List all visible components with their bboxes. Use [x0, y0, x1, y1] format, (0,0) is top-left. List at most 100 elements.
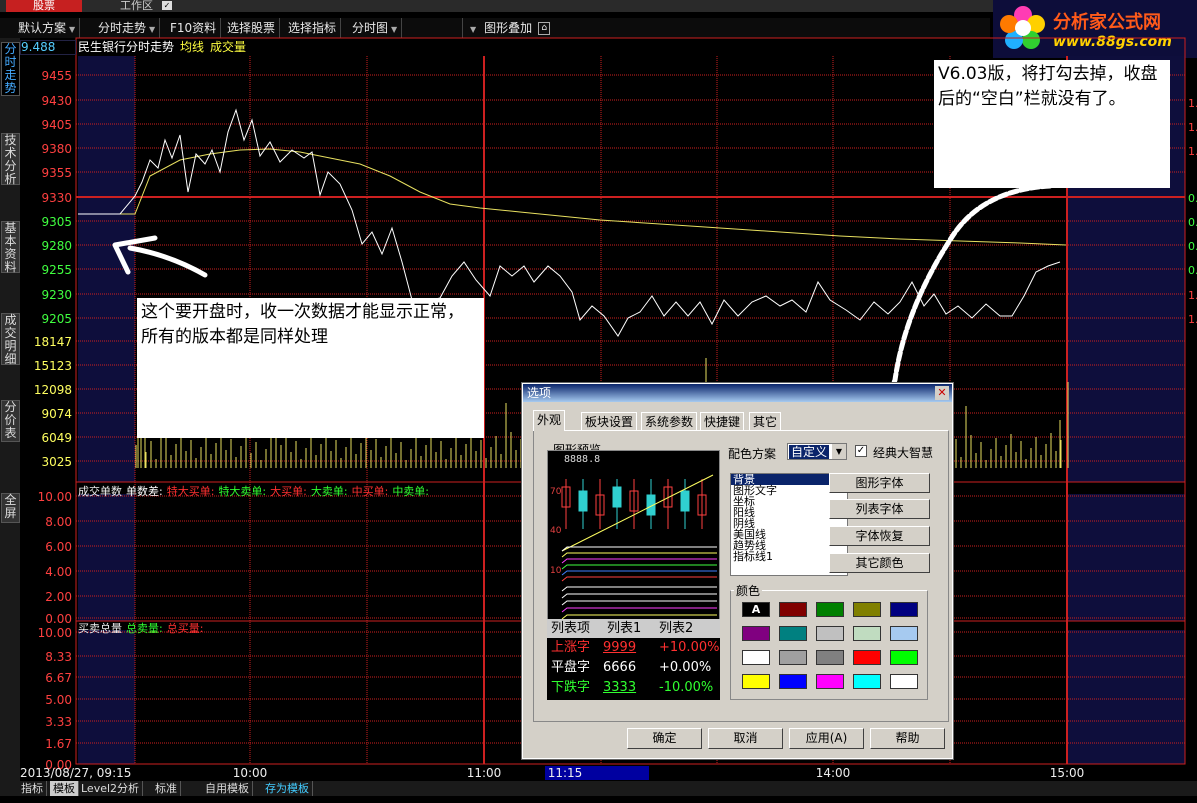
color-swatch[interactable] [890, 626, 918, 641]
color-swatch[interactable] [779, 650, 807, 665]
tab-appearance[interactable]: 外观 [533, 410, 566, 431]
help-button[interactable]: 帮助 [870, 728, 945, 749]
preview-candle [612, 486, 622, 508]
color-swatch[interactable] [890, 650, 918, 665]
color-swatch[interactable] [779, 602, 807, 617]
color-swatch[interactable] [742, 674, 770, 689]
preview-wave [561, 607, 717, 613]
tab-save-template[interactable]: 存为模板 [262, 781, 313, 796]
time-tick: 14:00 [816, 766, 851, 780]
ok-button[interactable]: 确定 [627, 728, 702, 749]
other-color-button[interactable]: 其它颜色 [829, 553, 930, 573]
sub1-item: 大卖单: [310, 485, 348, 498]
tab-shortcuts[interactable]: 快捷键 [700, 412, 745, 430]
tab-sector-settings[interactable]: 板块设置 [581, 412, 638, 430]
sub1-item: 单数差: [126, 485, 163, 498]
color-swatch[interactable] [816, 626, 844, 641]
classic-checkbox[interactable]: ✓ [855, 445, 867, 457]
price-tick: 9280 [41, 239, 72, 253]
tab-other[interactable]: 其它 [749, 412, 782, 430]
right-tick: 1. [1188, 121, 1197, 134]
dialog-title: 选项 [523, 384, 952, 402]
sub1-item: 大买单: [270, 485, 307, 498]
apply-button[interactable]: 应用(A) [789, 728, 864, 749]
row-name: 上涨字 [551, 640, 591, 655]
color-swatch[interactable] [853, 602, 881, 617]
tab-level2[interactable]: Level2分析 [78, 781, 144, 796]
preview-wave [561, 570, 717, 576]
vol-legend: 成交量 [210, 40, 247, 54]
note-left: 这个要开盘时，收一次数据才能显示正常，所有的版本都是同样处理 [137, 298, 484, 438]
list-font-button[interactable]: 列表字体 [829, 499, 930, 519]
sub1-tick: 10.00 [38, 490, 72, 504]
tab-custom-template[interactable]: 自用模板 [202, 781, 253, 796]
color-swatch[interactable] [779, 626, 807, 641]
price-tick: 9230 [41, 288, 72, 302]
sub2-tick: 5.00 [45, 693, 72, 707]
graph-font-button[interactable]: 图形字体 [829, 473, 930, 493]
sub1-title: 成交单数 [78, 485, 122, 498]
preview-candle [578, 490, 588, 512]
volume-tick: 6049 [41, 431, 72, 445]
preview-axis: 40 [550, 526, 562, 536]
color-swatch[interactable] [742, 650, 770, 665]
right-tick: 1. [1188, 289, 1197, 302]
row-v2: -10.00% [659, 680, 714, 695]
tab-template[interactable]: 模板 [50, 781, 79, 796]
color-swatch[interactable] [853, 674, 881, 689]
right-tick: 0. [1188, 264, 1197, 277]
sub1-tick: 2.00 [45, 590, 72, 604]
price-tick: 9255 [41, 263, 72, 277]
note-right: V6.03版，将打勾去掉，收盘后的“空白”栏就没有了。 [934, 60, 1170, 188]
sub1-tick: 8.00 [45, 515, 72, 529]
tab-system-params[interactable]: 系统参数 [641, 412, 698, 430]
color-swatch[interactable] [890, 602, 918, 617]
sub1-tick: 4.00 [45, 565, 72, 579]
color-swatch[interactable] [853, 650, 881, 665]
col-header: 列表1 [607, 621, 642, 636]
price-tick: 9355 [41, 166, 72, 180]
row-v2: +10.00% [659, 640, 720, 655]
sub2-tick: 6.67 [45, 671, 72, 685]
sub1-item: 特大买单: [166, 485, 215, 498]
color-swatch[interactable] [816, 674, 844, 689]
color-swatch[interactable] [853, 626, 881, 641]
font-reset-button[interactable]: 字体恢复 [829, 526, 930, 546]
sub1-item: 中买单: [351, 485, 389, 498]
right-tick: 0. [1188, 216, 1197, 229]
table-header: 列表项 列表1 列表2 [547, 619, 720, 638]
sub1-tick: 6.00 [45, 540, 72, 554]
current-price: 9.488 [20, 40, 76, 55]
sub2-tick: 1.67 [45, 737, 72, 751]
tab-standard[interactable]: 标准 [152, 781, 181, 796]
color-swatch[interactable] [816, 602, 844, 617]
cancel-button[interactable]: 取消 [708, 728, 783, 749]
right-tick: 1. [1188, 145, 1197, 158]
time-tick: 15:00 [1050, 766, 1085, 780]
chevron-down-icon: ▼ [832, 444, 846, 459]
preview-wave [561, 586, 717, 592]
row-name: 下跌字 [551, 680, 591, 695]
volume-tick: 15123 [34, 359, 72, 373]
right-tick: 0. [1188, 192, 1197, 205]
table-row: 上涨字 9999 +10.00% [547, 638, 720, 658]
preview-wave [561, 558, 717, 564]
color-scheme-select[interactable]: 自定义 ▼ [787, 443, 847, 460]
preview-wave [561, 546, 717, 552]
color-swatch[interactable]: A [742, 602, 770, 617]
preview-wave [561, 593, 717, 599]
color-swatch[interactable] [742, 626, 770, 641]
row-name: 平盘字 [551, 660, 591, 675]
color-swatch[interactable] [816, 650, 844, 665]
sub1-item: 特大卖单: [218, 485, 267, 498]
time-tick: 2013/08/27, 09:15 [20, 766, 131, 780]
sub1-title-row: 成交单数 单数差: 特大买单: 特大卖单: 大买单: 大卖单: 中买单: 中卖单: [78, 483, 433, 499]
tab-indicator[interactable]: 指标 [18, 781, 47, 796]
color-swatch[interactable] [779, 674, 807, 689]
preview-line [561, 474, 714, 552]
close-icon[interactable]: ✕ [935, 386, 949, 400]
non-trading-region [78, 630, 135, 764]
color-swatch[interactable] [890, 674, 918, 689]
non-trading-region [78, 494, 135, 621]
volume-tick: 12098 [34, 383, 72, 397]
